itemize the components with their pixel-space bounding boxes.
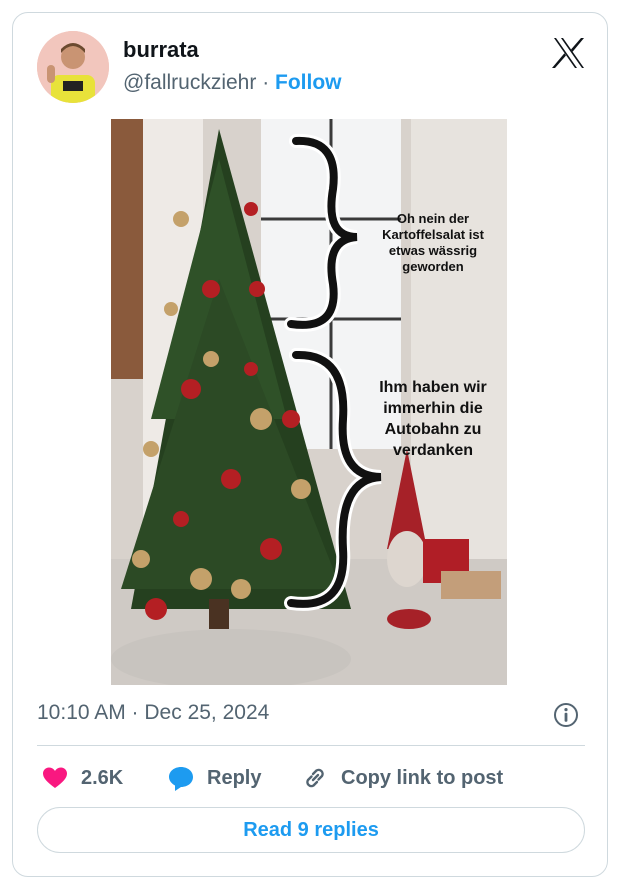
reply-button[interactable]: Reply [167,762,261,794]
read-replies-button[interactable]: Read 9 replies [37,807,585,853]
author-handle-row: @fallruckziehr · Follow [123,71,342,95]
meme-caption-bottom: Ihm haben wir immerhin die Autobahn zu v… [379,379,487,459]
tweet-card: burrata @fallruckziehr · Follow Oh nein … [12,12,608,877]
separator-dot: · [256,71,276,94]
author-name[interactable]: burrata [123,37,199,63]
meme-caption-top: Oh nein der Kartoffelsalat ist etwas wäs… [382,211,484,274]
tweet-image[interactable]: Oh nein der Kartoffelsalat ist etwas wäs… [111,119,507,685]
heart-icon [43,767,67,788]
like-button[interactable]: 2.6K [41,762,123,794]
divider [37,745,585,746]
copy-link-button[interactable]: Copy link to post [301,762,503,794]
x-logo-icon[interactable] [551,35,587,71]
tweet-timestamp[interactable]: 10:10 AM · Dec 25, 2024 [37,701,269,725]
author-handle[interactable]: @fallruckziehr [123,71,256,94]
copy-link-label: Copy link to post [341,766,504,789]
author-avatar[interactable] [37,31,109,103]
like-count: 2.6K [81,766,124,789]
link-icon [306,768,324,788]
reply-label: Reply [207,766,262,789]
reply-bubble-icon [169,767,193,791]
info-icon[interactable] [552,701,580,729]
follow-button[interactable]: Follow [275,71,342,94]
